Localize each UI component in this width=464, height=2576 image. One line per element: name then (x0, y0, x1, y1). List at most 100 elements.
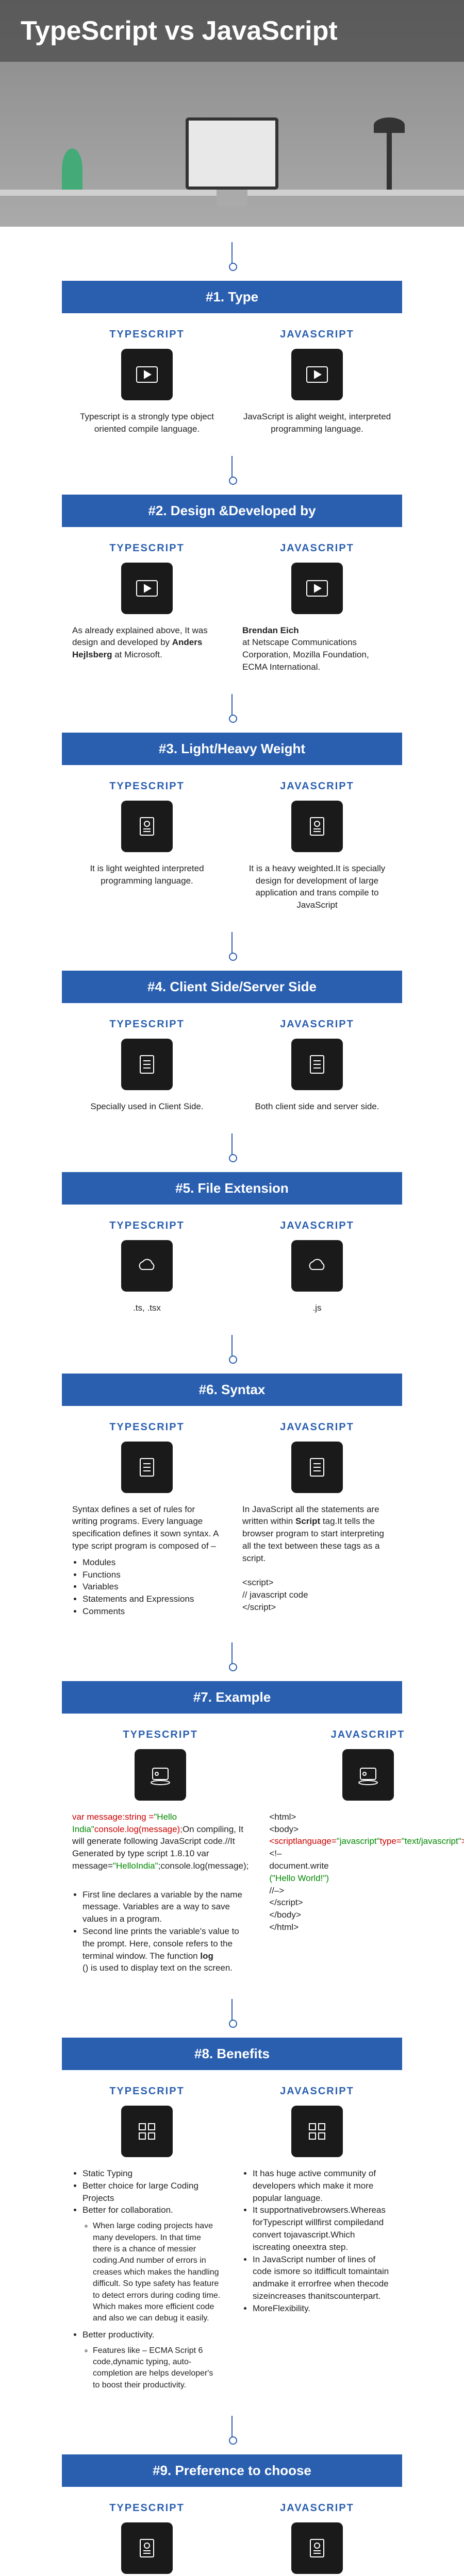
js-label: JAVASCRIPT (242, 543, 392, 554)
section-title-4: #4. Client Side/Server Side (62, 971, 402, 1003)
comparison-row-5: TYPESCRIPT .ts, .tsx JAVASCRIPT .js (62, 1215, 402, 1319)
comparison-row-9: TYPESCRIPT Since Typescript is an object… (62, 2497, 402, 2576)
ts-text: As already explained above, It was desig… (72, 624, 222, 661)
section-title-6: #6. Syntax (62, 1374, 402, 1406)
typescript-column: TYPESCRIPT Syntax defines a set of rules… (62, 1416, 232, 1627)
comparison-row-8: TYPESCRIPT Static TypingBetter choice fo… (62, 2080, 402, 2400)
javascript-column: JAVASCRIPT .js (232, 1215, 402, 1319)
js-label: JAVASCRIPT (242, 1421, 392, 1433)
js-text: It is a heavy weighted.It is specially d… (242, 862, 392, 911)
javascript-column: JAVASCRIPT JavaScript is alight weight, … (232, 324, 402, 440)
ts-icon (121, 2522, 173, 2574)
ts-icon (121, 1240, 173, 1292)
javascript-column: JAVASCRIPT JavaScript is preferable to u… (232, 2497, 402, 2576)
ts-icon (121, 1039, 173, 1090)
typescript-column: TYPESCRIPT Specially used in Client Side… (62, 1013, 232, 1118)
ts-text: var message:string ="Hello India"console… (72, 1811, 248, 1974)
js-icon (291, 2522, 343, 2574)
comparison-row-1: TYPESCRIPT Typescript is a strongly type… (62, 324, 402, 440)
ts-label: TYPESCRIPT (72, 543, 222, 554)
section-divider (31, 456, 433, 484)
js-label: JAVASCRIPT (242, 329, 392, 341)
typescript-column: TYPESCRIPT Typescript is a strongly type… (62, 324, 232, 440)
ts-label: TYPESCRIPT (72, 2086, 222, 2097)
js-text: <html><body><scriptlanguage="javascript"… (269, 1811, 464, 1934)
ts-icon (121, 349, 173, 400)
header-illustration (0, 82, 464, 227)
typescript-column: TYPESCRIPT Since Typescript is an object… (62, 2497, 232, 2576)
lamp-icon (387, 128, 392, 190)
monitor-icon (186, 117, 278, 190)
ts-text: It is light weighted interpreted program… (72, 862, 222, 887)
plant-icon (62, 148, 82, 190)
ts-text: Syntax defines a set of rules for writin… (72, 1503, 222, 1618)
section-title-2: #2. Design &Developed by (62, 495, 402, 527)
js-text: Both client side and server side. (242, 1100, 392, 1113)
section-divider (31, 242, 433, 270)
javascript-column: JAVASCRIPT In JavaScript all the stateme… (232, 1416, 402, 1627)
js-icon (291, 801, 343, 852)
ts-label: TYPESCRIPT (72, 1421, 222, 1433)
infographic-container: TypeScript vs JavaScript #1. Type TYPESC… (0, 0, 464, 2576)
ts-label: TYPESCRIPT (72, 329, 222, 341)
section-title-5: #5. File Extension (62, 1172, 402, 1205)
typescript-column: TYPESCRIPT Static TypingBetter choice fo… (62, 2080, 232, 2400)
ts-text: Specially used in Client Side. (72, 1100, 222, 1113)
header-banner: TypeScript vs JavaScript (0, 0, 464, 227)
js-icon (291, 1039, 343, 1090)
js-icon (291, 563, 343, 614)
ts-text: Static TypingBetter choice for large Cod… (72, 2167, 222, 2391)
section-divider (31, 1133, 433, 1162)
ts-label: TYPESCRIPT (72, 781, 222, 792)
section-title-3: #3. Light/Heavy Weight (62, 733, 402, 765)
section-divider (31, 1999, 433, 2027)
ts-label: TYPESCRIPT (72, 1220, 222, 1232)
js-text: JavaScript is alight weight, interpreted… (242, 411, 392, 435)
js-icon (291, 1442, 343, 1493)
js-text: In JavaScript all the statements are wri… (242, 1503, 392, 1614)
js-label: JAVASCRIPT (242, 2086, 392, 2097)
ts-label: TYPESCRIPT (72, 2502, 222, 2514)
typescript-column: TYPESCRIPT .ts, .tsx (62, 1215, 232, 1319)
js-label: JAVASCRIPT (242, 1019, 392, 1030)
header-title-bar: TypeScript vs JavaScript (0, 0, 464, 62)
javascript-column: JAVASCRIPT <html><body><scriptlanguage="… (259, 1724, 464, 1984)
content-area: #1. Type TYPESCRIPT Typescript is a stro… (0, 242, 464, 2576)
typescript-column: TYPESCRIPT As already explained above, I… (62, 537, 232, 679)
ts-icon (121, 2106, 173, 2157)
js-icon (291, 349, 343, 400)
section-divider (31, 1642, 433, 1671)
js-icon (291, 2106, 343, 2157)
section-divider (31, 2416, 433, 2444)
section-title-9: #9. Preference to choose (62, 2454, 402, 2487)
comparison-row-4: TYPESCRIPT Specially used in Client Side… (62, 1013, 402, 1118)
js-label: JAVASCRIPT (242, 2502, 392, 2514)
js-icon (291, 1240, 343, 1292)
section-divider (31, 694, 433, 722)
js-label: JAVASCRIPT (242, 1220, 392, 1232)
typescript-column: TYPESCRIPT var message:string ="Hello In… (62, 1724, 259, 1984)
typescript-column: TYPESCRIPT It is light weighted interpre… (62, 775, 232, 917)
js-text: Brendan Eichat Netscape Communications C… (242, 624, 392, 673)
js-icon (342, 1749, 394, 1801)
js-label: JAVASCRIPT (269, 1729, 464, 1741)
javascript-column: JAVASCRIPT It has huge active community … (232, 2080, 402, 2400)
js-label: JAVASCRIPT (242, 781, 392, 792)
comparison-row-7: TYPESCRIPT var message:string ="Hello In… (62, 1724, 402, 1984)
ts-icon (135, 1749, 186, 1801)
comparison-row-2: TYPESCRIPT As already explained above, I… (62, 537, 402, 679)
ts-icon (121, 801, 173, 852)
javascript-column: JAVASCRIPT Brendan Eichat Netscape Commu… (232, 537, 402, 679)
section-title-1: #1. Type (62, 281, 402, 313)
ts-text: Typescript is a strongly type object ori… (72, 411, 222, 435)
section-divider (31, 1335, 433, 1363)
ts-label: TYPESCRIPT (72, 1019, 222, 1030)
ts-icon (121, 563, 173, 614)
comparison-row-3: TYPESCRIPT It is light weighted interpre… (62, 775, 402, 917)
javascript-column: JAVASCRIPT It is a heavy weighted.It is … (232, 775, 402, 917)
js-text: It has huge active community of develope… (242, 2167, 392, 2315)
section-title-7: #7. Example (62, 1681, 402, 1714)
section-title-8: #8. Benefits (62, 2038, 402, 2070)
section-divider (31, 932, 433, 960)
javascript-column: JAVASCRIPT Both client side and server s… (232, 1013, 402, 1118)
